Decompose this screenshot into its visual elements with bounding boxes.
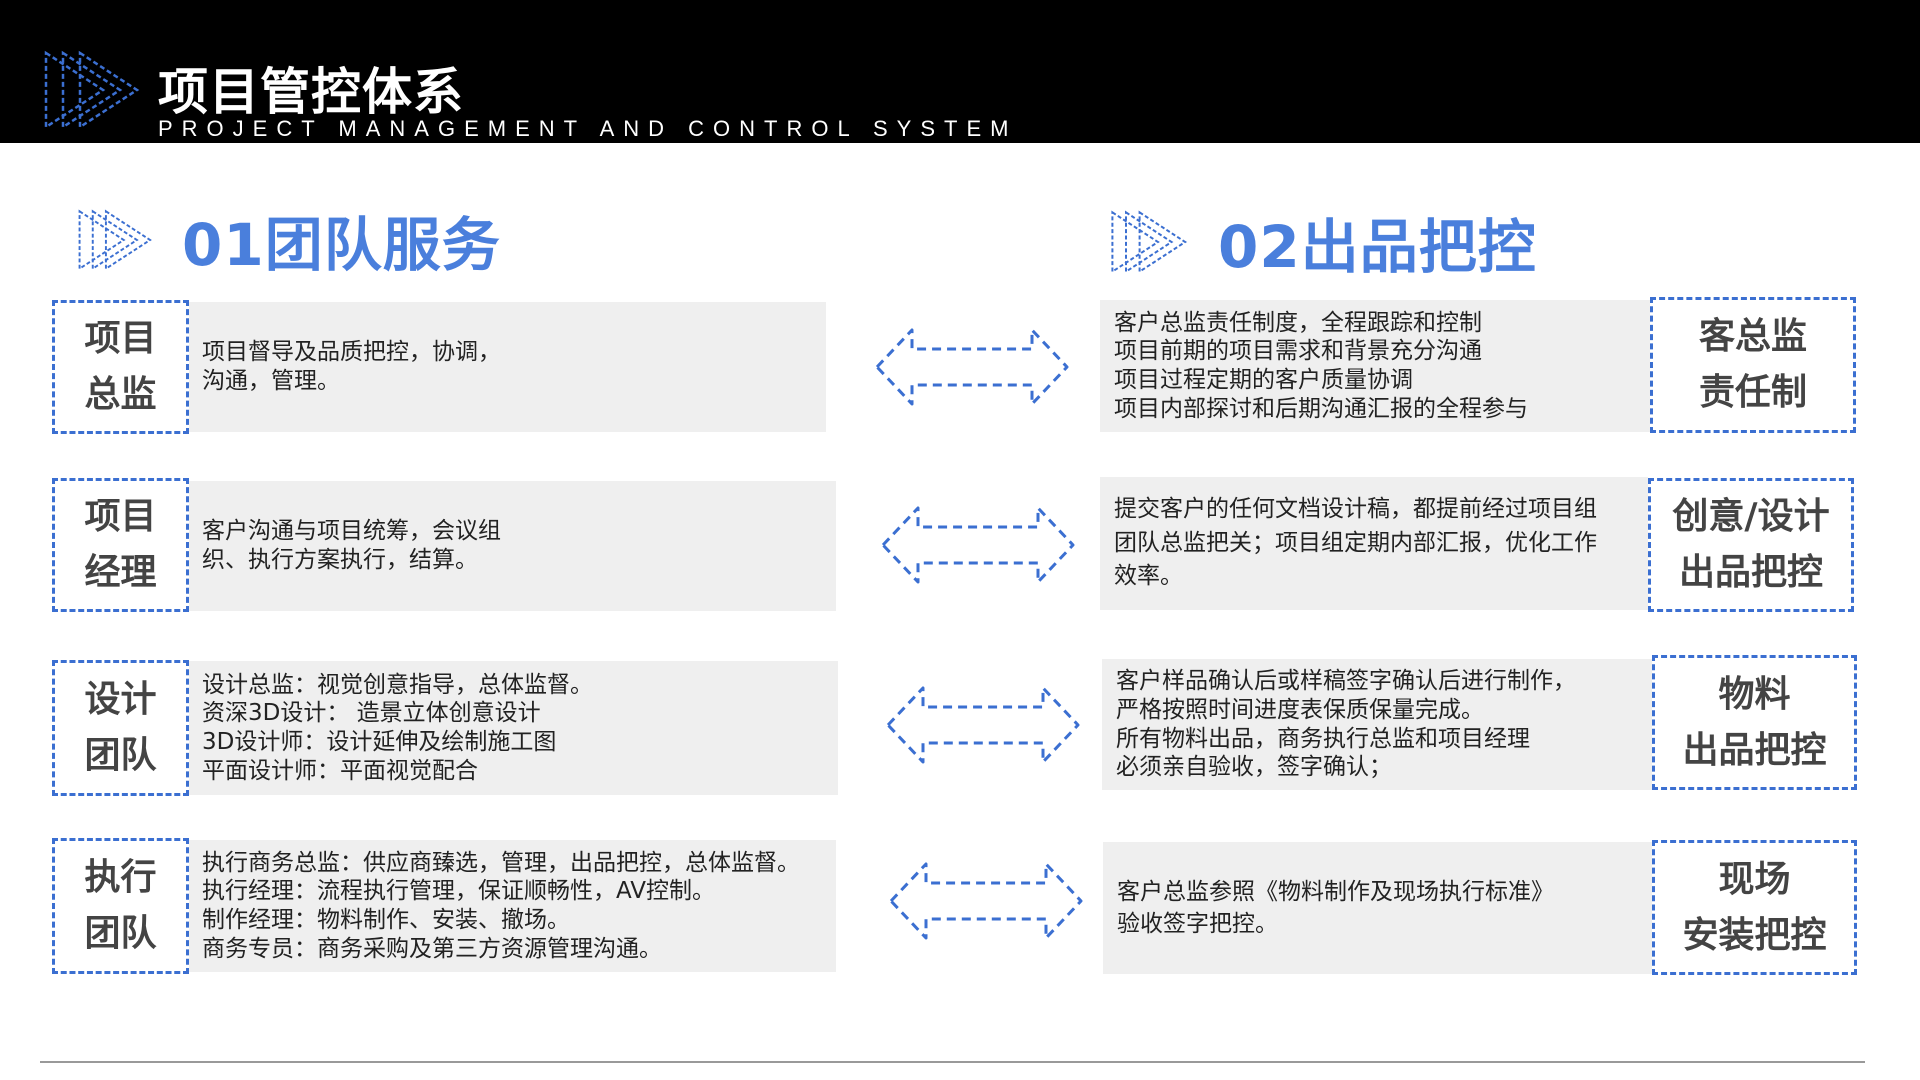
output-description: 客户样品确认后或样稿签字确认后进行制作， 严格按照时间进度表保质保量完成。 所有… [1102,659,1652,790]
double-arrow-icon [883,680,1083,770]
output-control-label: 现场 安装把控 [1652,840,1857,975]
triple-chevron-icon [72,209,160,271]
team-description: 执行商务总监：供应商臻选，管理，出品把控，总体监督。 执行经理：流程执行管理，保… [188,840,836,972]
section-heading-output: 02出品把控 [1104,200,1537,284]
section-heading-team: 01团队服务 [72,198,501,282]
double-arrow-icon [878,500,1078,590]
team-description: 设计总监：视觉创意指导，总体监督。 资深3D设计： 造景立体创意设计 3D设计师… [188,661,838,795]
triple-chevron-icon [1104,210,1196,274]
team-role-label: 执行 团队 [52,838,189,974]
team-description: 客户沟通与项目统筹，会议组 织、执行方案执行，结算。 [188,481,836,611]
triple-chevron-icon [38,50,148,130]
team-description: 项目督导及品质把控，协调， 沟通，管理。 [188,302,826,432]
double-arrow-icon [872,322,1072,412]
team-role-label: 项目 经理 [52,478,189,612]
team-role-label: 项目 总监 [52,300,189,434]
header-bar: 项目管控体系 PROJECT MANAGEMENT AND CONTROL SY… [0,0,1920,143]
output-control-label: 物料 出品把控 [1652,655,1857,790]
output-control-label: 创意/设计 出品把控 [1648,478,1854,612]
output-description: 提交客户的任何文档设计稿，都提前经过项目组 团队总监把关；项目组定期内部汇报，优… [1100,477,1648,610]
team-role-label: 设计 团队 [52,660,189,796]
page-title: 项目管控体系 [158,63,464,121]
output-description: 客户总监参照《物料制作及现场执行标准》 验收签字把控。 [1103,842,1653,974]
page-subtitle: PROJECT MANAGEMENT AND CONTROL SYSTEM [158,116,1018,141]
footer-divider [40,1061,1865,1063]
double-arrow-icon [886,856,1086,946]
output-control-label: 客总监 责任制 [1650,297,1856,433]
section-title: 02出品把控 [1218,213,1537,281]
section-title: 01团队服务 [182,211,501,279]
output-description: 客户总监责任制度，全程跟踪和控制 项目前期的项目需求和背景充分沟通 项目过程定期… [1100,300,1650,432]
